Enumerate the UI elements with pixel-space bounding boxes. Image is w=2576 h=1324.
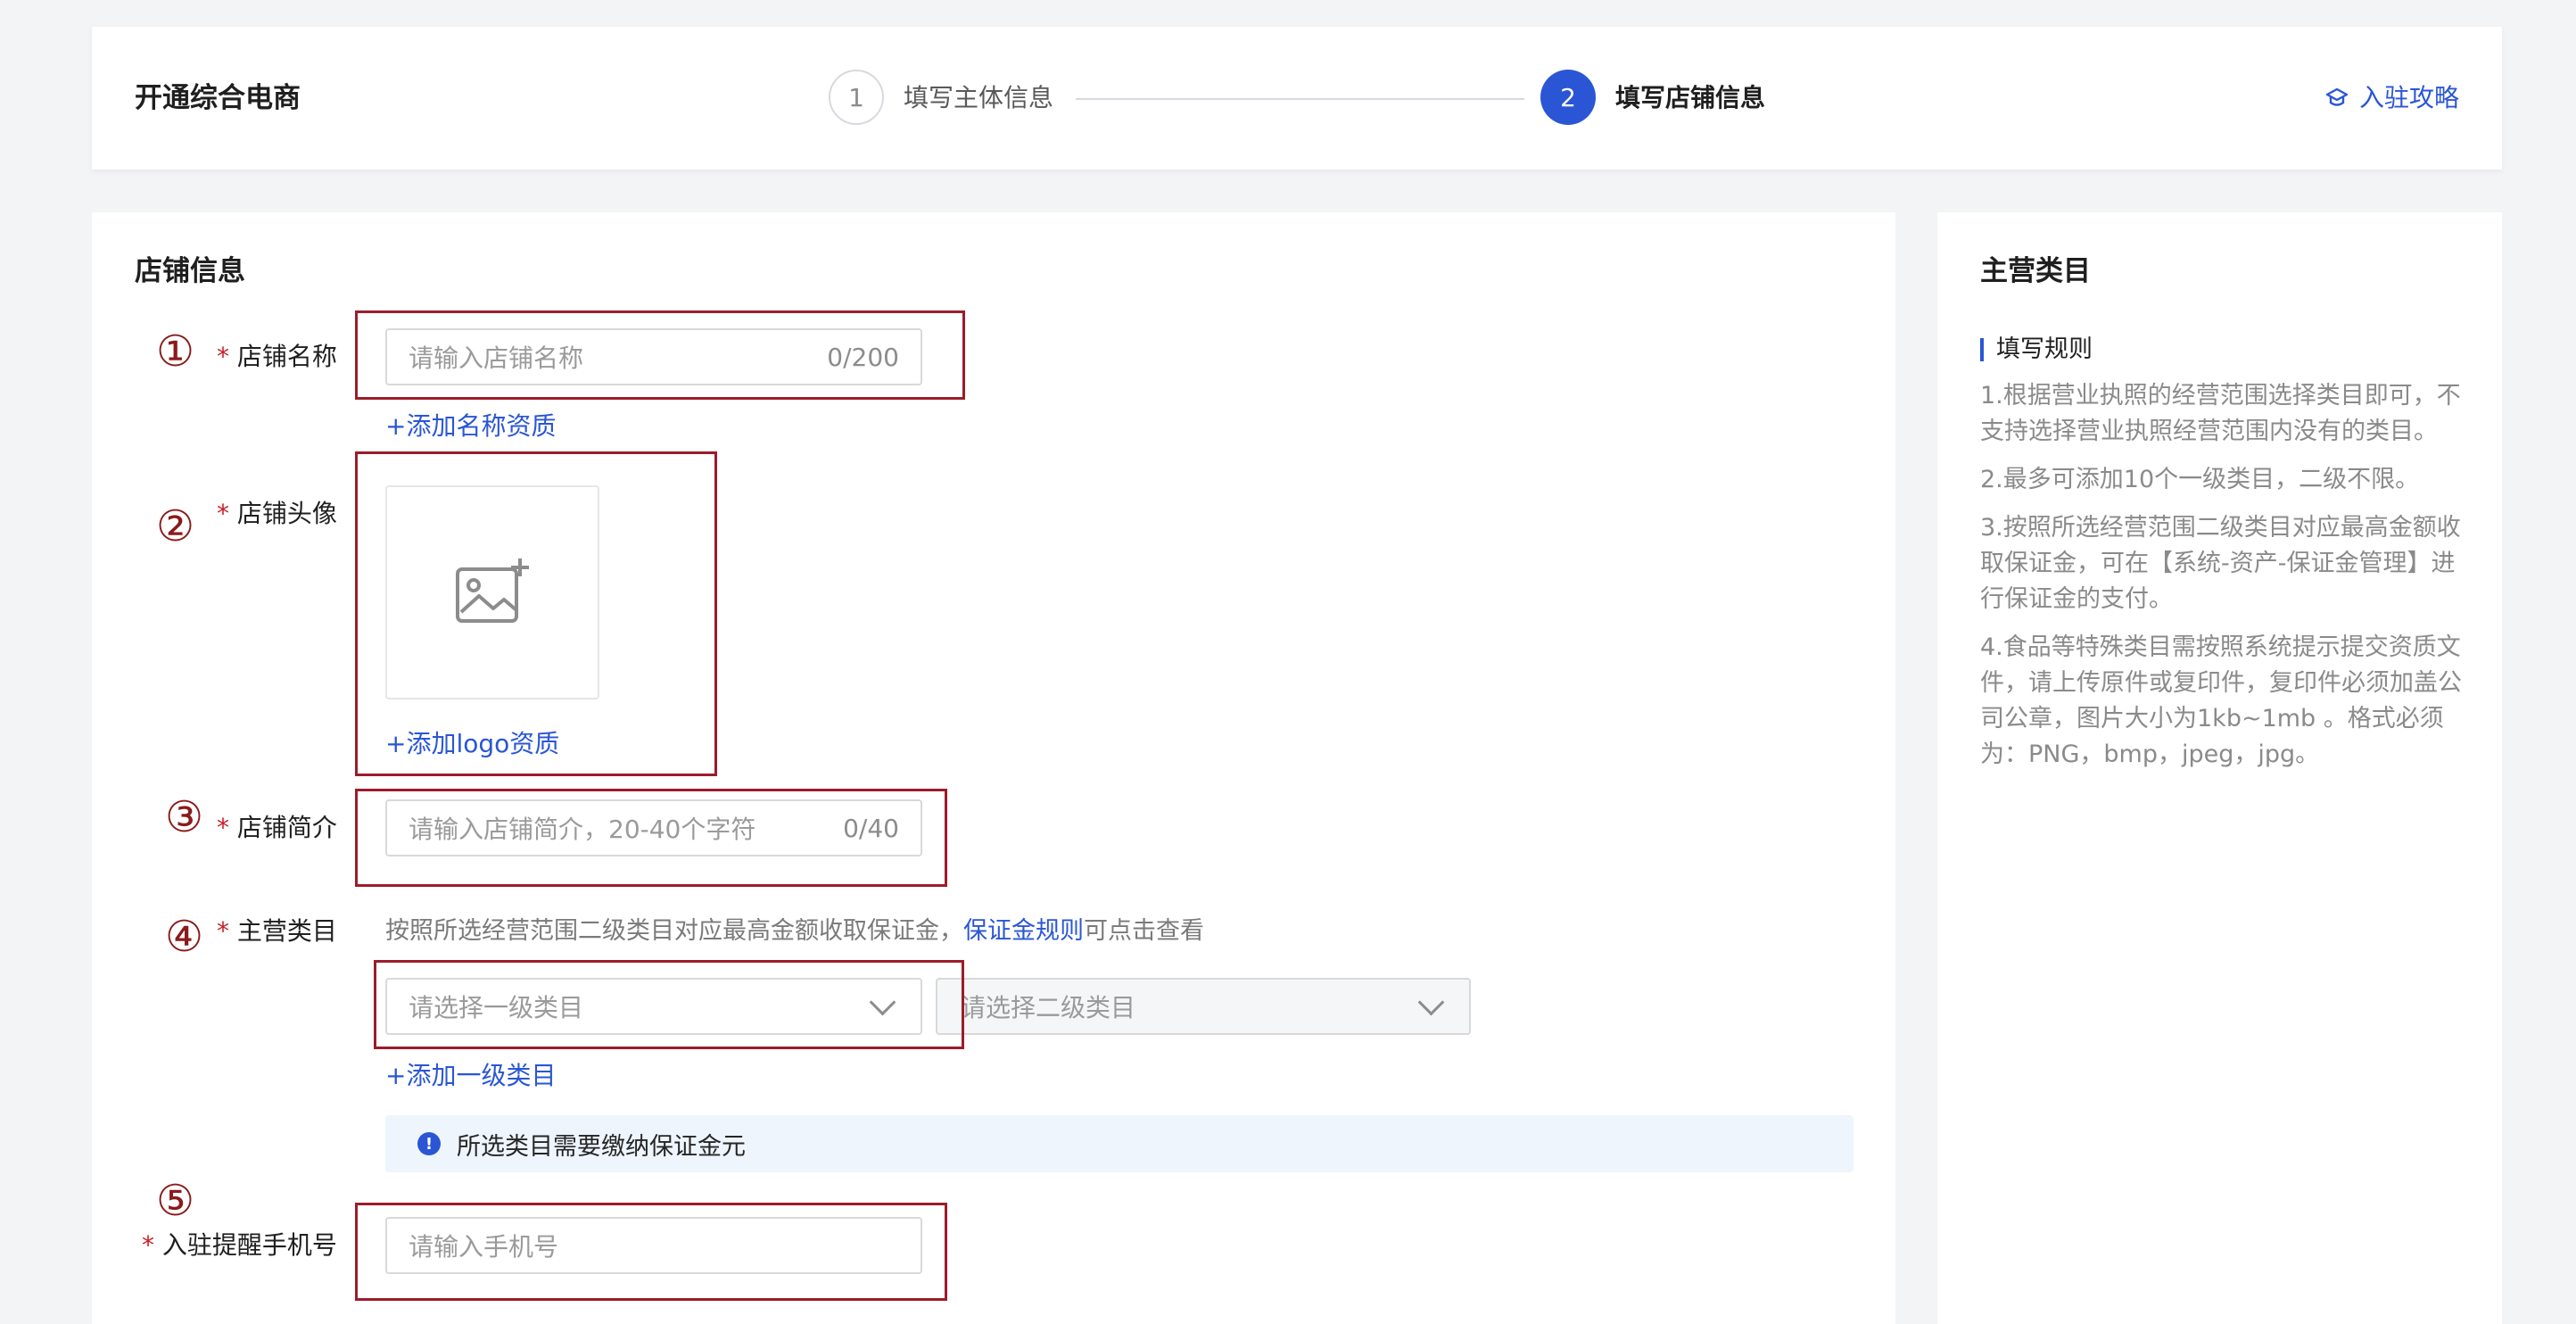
step-connector — [1076, 98, 1524, 100]
store-name-label: * 店铺名称 — [217, 342, 337, 371]
section-title: 店铺信息 — [135, 255, 245, 287]
store-info-card: 店铺信息 ① * 店铺名称 请输入店铺名称 0/200 +添加名称资质 ② * … — [92, 212, 1895, 1324]
guide-link-label: 入驻攻略 — [2358, 83, 2459, 112]
avatar-upload-box[interactable] — [385, 485, 599, 699]
deposit-rules-link[interactable]: 保证金规则 — [963, 917, 1084, 945]
phone-label: * 入驻提醒手机号 — [142, 1230, 337, 1260]
rule-item: 1.根据营业执照的经营范围选择类目即可，不支持选择营业执照经营范围内没有的类目。 — [1980, 382, 2461, 445]
rule-item: 2.最多可添加10个一级类目，二级不限。 — [1980, 466, 2420, 493]
category-level1-select[interactable]: 请选择一级类目 — [385, 978, 922, 1035]
accent-bar — [1980, 338, 1984, 361]
add-logo-qualification-link[interactable]: +添加logo资质 — [385, 726, 559, 762]
step-1-indicator: 1 — [829, 70, 884, 125]
annotation-marker-3: ③ — [165, 792, 204, 842]
required-mark: * — [217, 342, 229, 371]
store-name-char-count: 0/200 — [827, 342, 899, 372]
store-name-input[interactable]: 请输入店铺名称 0/200 — [385, 328, 922, 385]
deposit-hint: 按照所选经营范围二级类目对应最高金额收取保证金，保证金规则可点击查看 — [385, 917, 1204, 945]
category-level2-select[interactable]: 请选择二级类目 — [936, 978, 1471, 1035]
rules-list: 1.根据营业执照的经营范围选择类目即可，不支持选择营业执照经营范围内没有的类目。… — [1980, 378, 2462, 785]
deposit-notice: ! 所选类目需要缴纳保证金元 — [385, 1115, 1854, 1172]
guide-link[interactable]: 入驻攻略 — [2325, 79, 2459, 118]
main-category-label: * 主营类目 — [217, 916, 337, 946]
step-2-indicator: 2 — [1540, 70, 1596, 125]
store-intro-label: * 店铺简介 — [217, 813, 337, 842]
info-icon: ! — [417, 1132, 441, 1155]
page-title: 开通综合电商 — [135, 82, 301, 114]
image-upload-icon — [456, 559, 529, 623]
rules-heading: 填写规则 — [1980, 332, 2093, 368]
chevron-down-icon — [1417, 989, 1445, 1015]
add-name-qualification-link[interactable]: +添加名称资质 — [385, 409, 556, 444]
annotation-marker-2: ② — [156, 501, 195, 551]
store-avatar-label: * 店铺头像 — [217, 499, 337, 528]
step-1-label: 填写主体信息 — [904, 83, 1054, 112]
step-2-label: 填写店铺信息 — [1615, 83, 1766, 112]
graduation-cap-icon — [2325, 87, 2349, 106]
phone-input[interactable]: 请输入手机号 — [385, 1217, 922, 1274]
rule-item: 3.按照所选经营范围二级类目对应最高金额收取保证金，可在【系统-资产-保证金管理… — [1980, 514, 2461, 613]
annotation-marker-1: ① — [156, 327, 195, 377]
annotation-marker-5: ⑤ — [156, 1176, 195, 1226]
add-category-link[interactable]: +添加一级类目 — [385, 1058, 556, 1094]
rule-item: 4.食品等特殊类目需按照系统提示提交资质文件，请上传原件或复印件，复印件必须加盖… — [1980, 633, 2462, 768]
store-intro-input[interactable]: 请输入店铺简介，20-40个字符 0/40 — [385, 799, 922, 856]
side-panel-title: 主营类目 — [1980, 255, 2091, 287]
store-intro-char-count: 0/40 — [843, 813, 899, 843]
annotation-marker-4: ④ — [165, 912, 204, 962]
category-rules-panel: 主营类目 填写规则 1.根据营业执照的经营范围选择类目即可，不支持选择营业执照经… — [1937, 212, 2502, 1324]
header-card: 开通综合电商 1 填写主体信息 2 填写店铺信息 入驻攻略 — [92, 27, 2502, 170]
chevron-down-icon — [869, 989, 896, 1015]
